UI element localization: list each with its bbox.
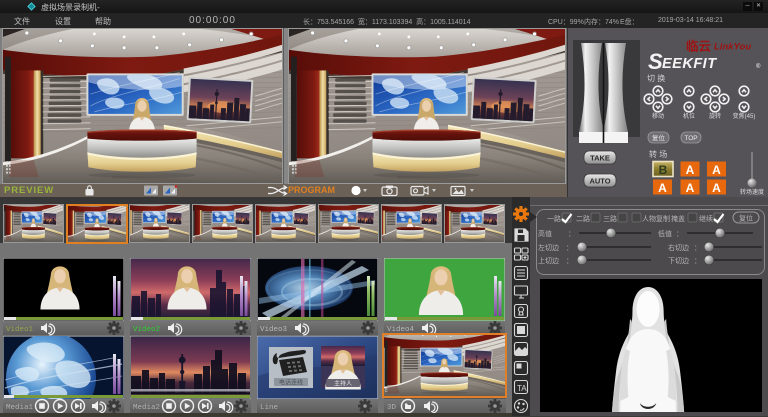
svg-text:：: ： <box>566 245 573 252</box>
svg-text:B: B <box>659 163 668 177</box>
svg-text:旋转: 旋转 <box>709 112 721 120</box>
svg-text:：: ： <box>694 258 701 265</box>
svg-text:一路: 一路 <box>547 214 561 223</box>
svg-text:Media2: Media2 <box>133 404 160 412</box>
svg-text:Video1: Video1 <box>6 326 34 334</box>
svg-text:右切边: 右切边 <box>668 243 689 252</box>
svg-text:Video2: Video2 <box>133 326 160 334</box>
svg-text:EEKFIT: EEKFIT <box>662 56 717 72</box>
svg-text:3D: 3D <box>387 404 397 412</box>
svg-text:：: ： <box>568 231 575 238</box>
svg-text:临云: 临云 <box>686 39 712 54</box>
svg-text:主持人: 主持人 <box>334 380 352 388</box>
svg-text:左切边: 左切边 <box>538 243 559 252</box>
svg-text:复位: 复位 <box>652 133 666 142</box>
svg-text:变焦(45): 变焦(45) <box>733 112 756 120</box>
svg-text:TOP: TOP <box>684 135 697 142</box>
svg-text:二路: 二路 <box>576 214 590 223</box>
svg-text:上切边: 上切边 <box>538 256 559 265</box>
svg-text:TAKE: TAKE <box>590 154 610 163</box>
svg-text:®: ® <box>756 63 761 70</box>
svg-text:S: S <box>648 49 663 74</box>
svg-text:转场速度: 转场速度 <box>740 188 764 196</box>
svg-text:A: A <box>658 181 667 195</box>
svg-text:LinkYou: LinkYou <box>714 42 751 53</box>
svg-text:AUTO: AUTO <box>589 177 610 186</box>
svg-text:复位: 复位 <box>739 214 753 223</box>
svg-text:A: A <box>686 163 695 177</box>
svg-text:Media1: Media1 <box>6 404 34 412</box>
svg-text:低值: 低值 <box>658 229 672 238</box>
svg-text:Video3: Video3 <box>260 326 288 334</box>
svg-text:Line: Line <box>260 404 278 412</box>
svg-text:电话连线: 电话连线 <box>279 379 303 387</box>
svg-text:A: A <box>712 163 721 177</box>
svg-text:人物复制: 人物复制 <box>642 214 670 223</box>
svg-text:三路: 三路 <box>603 214 617 223</box>
svg-text:A: A <box>712 181 721 195</box>
svg-text:：: ： <box>566 258 573 265</box>
svg-text:移动: 移动 <box>652 112 664 120</box>
svg-text:切 换: 切 换 <box>647 73 665 83</box>
svg-text:机位: 机位 <box>683 112 695 120</box>
svg-text:TA: TA <box>517 384 527 393</box>
svg-text:掩盖: 掩盖 <box>671 214 685 223</box>
svg-text:转 场: 转 场 <box>649 149 667 159</box>
svg-text:继续: 继续 <box>699 214 713 223</box>
svg-text:下切边: 下切边 <box>668 256 689 265</box>
svg-text:A: A <box>686 181 695 195</box>
svg-text:：: ： <box>676 231 683 238</box>
svg-text:：: ： <box>694 245 701 252</box>
svg-text:高值: 高值 <box>538 229 552 238</box>
